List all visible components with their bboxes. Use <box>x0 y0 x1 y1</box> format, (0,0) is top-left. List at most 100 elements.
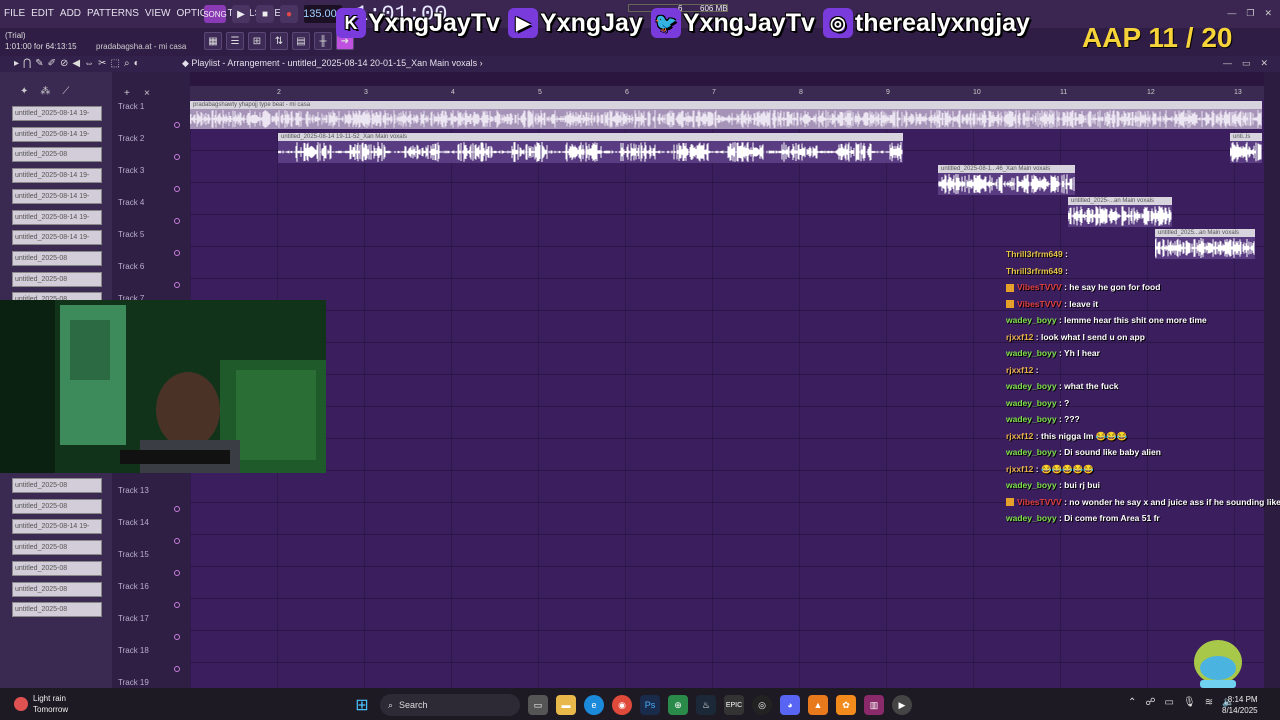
chevron-up-icon[interactable]: ⌃ <box>1128 697 1136 708</box>
menu-file[interactable]: FILE <box>4 8 25 19</box>
picker-clip-item[interactable]: untitled_2025-08 <box>12 250 102 266</box>
network-icon[interactable]: ☍ <box>1145 697 1155 708</box>
windows-start-icon[interactable]: ⊞ <box>352 695 372 715</box>
minimize-icon[interactable]: — <box>1223 58 1232 69</box>
picker-clip-item[interactable]: untitled_2025-08 <box>12 498 102 514</box>
audio-clip-icon[interactable]: ⁂ <box>40 86 50 97</box>
track-label[interactable]: Track 14 <box>118 518 149 527</box>
close-icon[interactable]: ✕ <box>1260 58 1268 69</box>
vocal-clip-1[interactable]: untitled_2025-08-14 19-11-52_Xan Main vo… <box>278 133 903 163</box>
collapse-icon[interactable]: × <box>144 88 150 99</box>
epic-games-icon[interactable]: EPIC <box>724 695 744 715</box>
track-mute-dot[interactable] <box>174 634 180 640</box>
track-mute-dot[interactable] <box>174 154 180 160</box>
piano-roll-icon[interactable]: ☰ <box>226 32 244 50</box>
maximize-icon[interactable]: ▭ <box>1242 58 1251 69</box>
track-mute-dot[interactable] <box>174 666 180 672</box>
steam-icon[interactable]: ♨ <box>696 695 716 715</box>
slip-icon[interactable]: ⇔ <box>84 58 94 69</box>
track-mute-dot[interactable] <box>174 282 180 288</box>
track-label[interactable]: Track 16 <box>118 582 149 591</box>
track-label[interactable]: Track 6 <box>118 262 144 271</box>
picker-clip-item[interactable]: untitled_2025-08-14 19- <box>12 188 102 204</box>
track-mute-dot[interactable] <box>174 186 180 192</box>
track-mute-dot[interactable] <box>174 538 180 544</box>
slice-icon[interactable]: ✂ <box>98 58 106 69</box>
add-track-icon[interactable]: + <box>124 88 130 99</box>
track-label[interactable]: Track 2 <box>118 134 144 143</box>
picker-clip-item[interactable]: untitled_2025-08 <box>12 581 102 597</box>
track-label[interactable]: Track 5 <box>118 230 144 239</box>
menu-add[interactable]: ADD <box>60 8 81 19</box>
track-label[interactable]: Track 4 <box>118 198 144 207</box>
mixer-icon[interactable]: ⇅ <box>270 32 288 50</box>
track-mute-dot[interactable] <box>174 250 180 256</box>
playlist-breadcrumb[interactable]: untitled_2025-08-14 20-01-15_Xan Main vo… <box>287 58 477 68</box>
picker-clip-item[interactable]: untitled_2025-08-14 19- <box>12 126 102 142</box>
task-view-icon[interactable]: ▭ <box>528 695 548 715</box>
picker-clip-item[interactable]: untitled_2025-08 <box>12 478 102 493</box>
paint-icon[interactable]: ✐ <box>48 58 56 69</box>
minimize-icon[interactable]: — <box>1227 8 1236 19</box>
playback-icon[interactable]: ◐ <box>134 58 140 69</box>
picker-clip-item[interactable]: untitled_2025-08 <box>12 271 102 287</box>
picker-clip-item[interactable]: untitled_2025-08-14 19- <box>12 230 102 246</box>
playlist-icon[interactable]: ▦ <box>204 32 222 50</box>
picker-clip-item[interactable]: untitled_2025-08 <box>12 147 102 163</box>
picker-clip-item[interactable]: untitled_2025-08-14 19- <box>12 209 102 225</box>
track-label[interactable]: Track 13 <box>118 486 149 495</box>
track-label[interactable]: Track 1 <box>118 102 144 111</box>
vocal-clip-5[interactable]: unti..ls <box>1230 133 1262 163</box>
close-icon[interactable]: ✕ <box>1264 8 1272 19</box>
obs-icon[interactable]: ◎ <box>752 695 772 715</box>
track-label[interactable]: Track 19 <box>118 678 149 687</box>
pattern-icon[interactable]: ✦ <box>20 86 28 97</box>
track-mute-dot[interactable] <box>174 506 180 512</box>
picker-clip-item[interactable]: untitled_2025-08-14 19- <box>12 168 102 184</box>
picker-clip-item[interactable]: untitled_2025-08-14 19- <box>12 519 102 535</box>
browser-icon[interactable]: ▤ <box>292 32 310 50</box>
maximize-icon[interactable]: ❐ <box>1246 8 1254 19</box>
vlc-icon[interactable]: ▲ <box>808 695 828 715</box>
mute-icon[interactable]: ◀ <box>72 58 80 69</box>
stop-icon[interactable]: ■ <box>256 5 274 23</box>
discord-icon[interactable]: ◕ <box>780 695 800 715</box>
winrar-icon[interactable]: ▥ <box>864 695 884 715</box>
track-mute-dot[interactable] <box>174 602 180 608</box>
picker-clip-item[interactable]: untitled_2025-08 <box>12 602 102 618</box>
picker-clip-item[interactable]: untitled_2025-08 <box>12 560 102 576</box>
media-player-icon[interactable]: ▶ <box>892 695 912 715</box>
fl-studio-icon[interactable]: ✿ <box>836 695 856 715</box>
select-icon[interactable]: ⬚ <box>111 58 120 69</box>
track-label[interactable]: Track 17 <box>118 614 149 623</box>
file-explorer-icon[interactable]: ▬ <box>556 695 576 715</box>
weather-widget[interactable]: Light rain Tomorrow <box>14 693 68 715</box>
track-label[interactable]: Track 18 <box>118 646 149 655</box>
channel-rack-icon[interactable]: ⊞ <box>248 32 266 50</box>
display-icon[interactable]: ▭ <box>1165 697 1174 708</box>
track-mute-dot[interactable] <box>174 570 180 576</box>
arrow-icon[interactable]: ▸ <box>14 58 19 69</box>
play-icon[interactable]: ▶ <box>232 5 250 23</box>
zoom-icon[interactable]: ⌕ <box>124 58 130 69</box>
menu-view[interactable]: VIEW <box>145 8 171 19</box>
timeline-ruler[interactable] <box>190 86 1264 100</box>
chrome-icon[interactable]: ◉ <box>612 695 632 715</box>
delete-icon[interactable]: ⊘ <box>60 58 68 69</box>
xbox-icon[interactable]: ⊕ <box>668 695 688 715</box>
track-mute-dot[interactable] <box>174 122 180 128</box>
beat-clip[interactable]: pradabagshawty yhapojj type beat - mi ca… <box>190 101 1262 129</box>
vocal-clip-3[interactable]: untitled_2025-...an Main voxals <box>1068 197 1172 227</box>
picker-clip-item[interactable]: untitled_2025-08-14 19- <box>12 106 102 121</box>
menu-edit[interactable]: EDIT <box>31 8 54 19</box>
song-mode-toggle[interactable]: SONG <box>203 5 227 23</box>
track-label[interactable]: Track 15 <box>118 550 149 559</box>
photoshop-icon[interactable]: Ps <box>640 695 660 715</box>
menu-patterns[interactable]: PATTERNS <box>87 8 139 19</box>
magnet-icon[interactable]: ⋂ <box>23 58 31 69</box>
taskbar-search[interactable]: ⌕ Search <box>380 694 520 716</box>
track-label[interactable]: Track 3 <box>118 166 144 175</box>
microphone-icon[interactable]: 🎙 <box>1183 697 1196 708</box>
pencil-icon[interactable]: ✎ <box>35 58 43 69</box>
mixer-faders-icon[interactable]: ╫ <box>314 32 332 50</box>
